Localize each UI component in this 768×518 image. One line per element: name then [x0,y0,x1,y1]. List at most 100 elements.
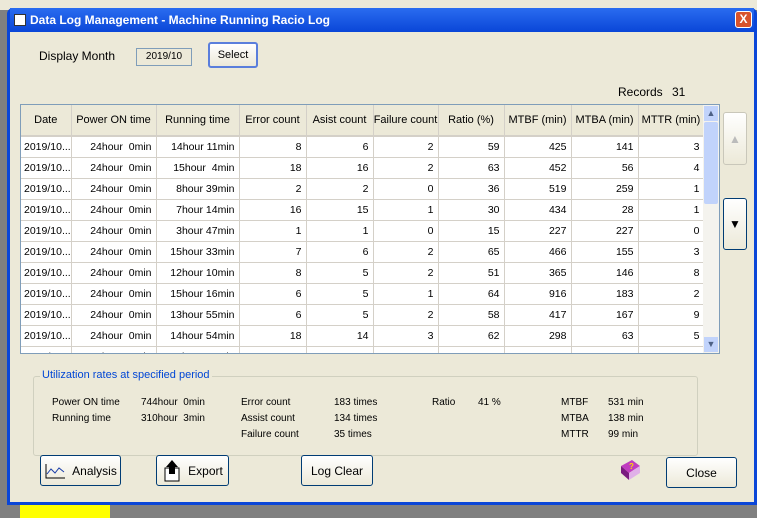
app-icon [14,14,26,26]
table-cell: 141 [571,136,639,158]
table-cell: 2019/10... [21,346,72,353]
table-cell: 51 [438,262,505,284]
table-cell: 2019/10... [21,283,72,305]
column-header[interactable]: Ratio (%) [438,105,505,137]
table-cell: 16 [306,157,374,179]
table-cell: 2 [306,178,374,200]
export-button[interactable]: Export [156,455,229,486]
table-cell: 7hour 14min [156,199,240,221]
table-cell: 463 [504,346,572,353]
records-count: 31 [672,85,686,99]
table-row[interactable]: 2019/10... 24hour 0min 15hour 33min 7 6 2 65 46… [21,241,705,263]
table-row[interactable]: 2019/10... 24hour 0min 15hour 4min 18 16 2 63 4… [21,157,705,179]
page-down-button[interactable]: ▼ [723,198,747,250]
table-cell: 2 [638,283,705,305]
table-cell: 3 [638,241,705,263]
table-cell: 59 [438,136,505,158]
column-header[interactable]: MTBA (min) [571,105,639,137]
table-cell: 2 [373,304,439,326]
power-on-value: 744hour 0min [141,397,205,408]
summary-title: Utilization rates at specified period [40,369,212,381]
table-row[interactable]: 2019/10...24hour 0min7hour 43min65132463… [21,346,705,353]
table-cell: 36 [438,178,505,200]
table-row[interactable]: 2019/10... 24hour 0min 7hour 14min 16 15 1 30 4… [21,199,705,221]
analysis-label: Analysis [72,463,117,478]
table-scrollbar[interactable]: ▲ ▼ [703,105,719,353]
help-book-icon[interactable]: ? [618,458,642,482]
table-row[interactable]: 2019/10... 24hour 0min 12hour 10min 8 5 2 51 36… [21,262,705,284]
mttr-label: MTTR [561,429,589,440]
table-cell: 15 [306,199,374,221]
table-row[interactable]: 2019/10... 24hour 0min 8hour 39min 2 2 0 36 519… [21,178,705,200]
records-label: Records [618,85,663,99]
table-cell: 1 [239,220,307,242]
table-row[interactable]: 2019/10... 24hour 0min 13hour 55min 6 5 2 58 41… [21,304,705,326]
table-cell: 417 [504,304,572,326]
table-row[interactable]: 2019/10... 24hour 0min 14hour 54min 18 14 3 62… [21,325,705,347]
table-cell: 24hour 0min [71,136,157,158]
column-header[interactable]: MTBF (min) [504,105,572,137]
column-header[interactable]: Failure count [373,105,439,137]
table-cell: 434 [504,199,572,221]
window-close-button[interactable]: X [735,11,752,28]
table-cell: 28 [571,199,639,221]
table-cell: 15hour 33min [156,241,240,263]
table-cell: 58 [438,304,505,326]
ratio-value: 41 % [478,397,501,408]
select-button[interactable]: Select [208,42,258,68]
table-cell: 2019/10... [21,241,72,263]
table-cell: 2 [373,241,439,263]
log-clear-button[interactable]: Log Clear [301,455,373,486]
column-header[interactable]: Running time [156,105,240,137]
table-cell: 466 [504,241,572,263]
scroll-up-icon[interactable]: ▲ [704,106,718,121]
failure-value: 35 times [334,429,372,440]
table-cell: 167 [571,304,639,326]
table-cell: 18 [239,157,307,179]
table-cell: 12hour 10min [156,262,240,284]
scroll-down-icon[interactable]: ▼ [704,337,718,352]
table-cell: 425 [504,136,572,158]
mtbf-label: MTBF [561,397,589,408]
column-header[interactable]: Error count [239,105,307,137]
table-cell: 6 [239,304,307,326]
table-cell: 9 [638,304,705,326]
close-button[interactable]: Close [666,457,737,488]
column-header[interactable]: Date [21,105,72,137]
table-cell: 32 [438,346,505,353]
table-cell: 1 [638,178,705,200]
log-table[interactable]: Date Power ON time Running time Error count… [20,104,720,354]
table-cell: 92 [571,346,639,353]
table-row[interactable]: 2019/10... 24hour 0min 3hour 47min 1 1 0 15 227… [21,220,705,242]
table-row[interactable]: 2019/10... 24hour 0min 14hour 11min 8 6 2 59 42… [21,136,705,158]
line-chart-icon [45,463,66,478]
table-cell: 24hour 0min [71,157,157,179]
table-cell: 0 [638,220,705,242]
table-row[interactable]: 2019/10... 24hour 0min 15hour 16min 6 5 1 64 91… [21,283,705,305]
column-header[interactable]: Asist count [306,105,374,137]
table-cell: 5 [638,325,705,347]
title-bar[interactable]: Data Log Management - Machine Running Ra… [10,8,754,32]
table-cell: 2019/10... [21,199,72,221]
table-cell: 4 [638,157,705,179]
table-cell: 56 [571,157,639,179]
display-month-field[interactable]: 2019/10 [136,48,192,66]
analysis-button[interactable]: Analysis [40,455,121,486]
table-cell: 227 [571,220,639,242]
table-cell: 452 [504,157,572,179]
table-cell: 8hour 39min [156,178,240,200]
table-cell: 24hour 0min [71,283,157,305]
table-cell: 24hour 0min [71,178,157,200]
table-cell: 2019/10... [21,220,72,242]
table-cell: 2019/10... [21,178,72,200]
scroll-thumb[interactable] [704,122,718,204]
table-cell: 6 [239,283,307,305]
mtbf-value: 531 min [608,397,644,408]
page-up-button[interactable]: ▲ [723,112,747,165]
table-cell: 7 [239,241,307,263]
table-cell: 15hour 4min [156,157,240,179]
column-header[interactable]: MTTR (min) [638,105,705,137]
table-cell: 6 [306,136,374,158]
failure-label: Failure count [241,429,299,440]
column-header[interactable]: Power ON time [71,105,157,137]
